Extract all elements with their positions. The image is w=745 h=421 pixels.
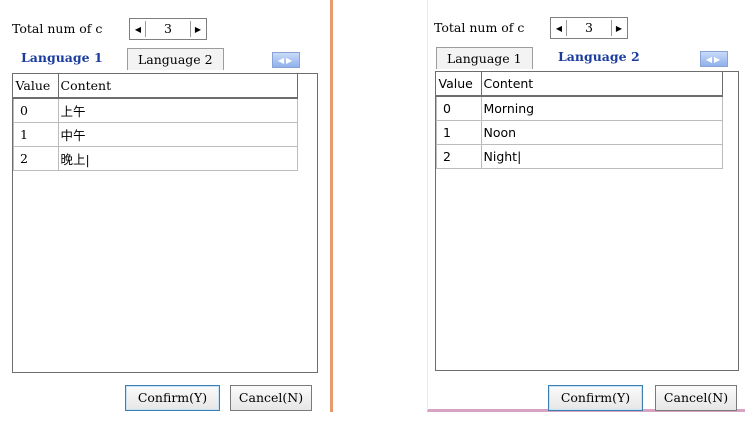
column-header-value: Value bbox=[13, 74, 59, 99]
cancel-button[interactable]: Cancel(N) bbox=[230, 385, 312, 411]
column-header-content: Content bbox=[58, 74, 298, 99]
table-header: Value Content bbox=[13, 74, 298, 99]
row-content[interactable]: Noon bbox=[480, 120, 723, 145]
row-value: 2 bbox=[436, 144, 482, 169]
tab-language-2[interactable]: Language 2 bbox=[547, 45, 651, 67]
content-grid: Value Content 0 上午 1 中午 2 晚上| bbox=[12, 73, 318, 373]
row-content[interactable]: 晚上| bbox=[57, 146, 298, 171]
row-content[interactable]: Morning bbox=[480, 95, 723, 121]
row-content[interactable]: 上午 bbox=[57, 97, 298, 123]
table-row[interactable]: 1 中午 bbox=[13, 122, 298, 147]
tab-scroll-icon[interactable]: ◀▶ bbox=[272, 52, 300, 68]
increment-icon[interactable]: ▶ bbox=[611, 20, 626, 36]
column-header-value: Value bbox=[436, 72, 482, 97]
table-row[interactable]: 0 上午 bbox=[13, 97, 298, 123]
dialog-language-1: Total num of c ◀ 3 ▶ Language 1 Language… bbox=[0, 0, 333, 412]
decrement-icon[interactable]: ◀ bbox=[131, 21, 146, 37]
column-header-content: Content bbox=[481, 72, 723, 97]
row-content[interactable]: Night| bbox=[480, 144, 723, 169]
count-spinner[interactable]: ◀ 3 ▶ bbox=[550, 17, 628, 39]
cancel-button[interactable]: Cancel(N) bbox=[655, 385, 737, 411]
tab-language-1[interactable]: Language 1 bbox=[436, 47, 533, 69]
count-value[interactable]: 3 bbox=[148, 21, 188, 36]
table-row[interactable]: 1 Noon bbox=[436, 120, 723, 145]
row-value: 1 bbox=[13, 122, 59, 147]
confirm-button[interactable]: Confirm(Y) bbox=[548, 385, 643, 411]
increment-icon[interactable]: ▶ bbox=[190, 21, 205, 37]
tab-scroll-icon[interactable]: ◀▶ bbox=[700, 51, 728, 67]
row-value: 1 bbox=[436, 120, 482, 145]
total-count-label: Total num of c bbox=[434, 20, 525, 35]
content-table: Value Content 0 上午 1 中午 2 晚上| bbox=[13, 74, 298, 171]
row-value: 0 bbox=[13, 97, 59, 123]
row-content[interactable]: 中午 bbox=[57, 122, 298, 147]
count-spinner[interactable]: ◀ 3 ▶ bbox=[129, 18, 207, 40]
table-row[interactable]: 2 晚上| bbox=[13, 146, 298, 171]
language-tabs: Language 1 Language 2 ◀▶ bbox=[10, 46, 320, 72]
decrement-icon[interactable]: ◀ bbox=[552, 20, 567, 36]
table-header: Value Content bbox=[436, 72, 723, 97]
row-value: 2 bbox=[13, 146, 59, 171]
content-table: Value Content 0 Morning 1 Noon 2 Night| bbox=[436, 72, 723, 169]
total-count-label: Total num of c bbox=[12, 21, 103, 36]
count-value[interactable]: 3 bbox=[569, 20, 609, 35]
language-tabs: Language 1 Language 2 ◀▶ bbox=[434, 45, 744, 71]
confirm-button[interactable]: Confirm(Y) bbox=[125, 385, 220, 411]
dialog-language-2: Total num of c ◀ 3 ▶ Language 1 Language… bbox=[427, 0, 745, 412]
table-row[interactable]: 0 Morning bbox=[436, 95, 723, 121]
tab-language-2[interactable]: Language 2 bbox=[127, 48, 224, 70]
tab-language-1[interactable]: Language 1 bbox=[10, 46, 114, 68]
content-grid: Value Content 0 Morning 1 Noon 2 Night| bbox=[435, 71, 739, 371]
table-row[interactable]: 2 Night| bbox=[436, 144, 723, 169]
row-value: 0 bbox=[436, 95, 482, 121]
